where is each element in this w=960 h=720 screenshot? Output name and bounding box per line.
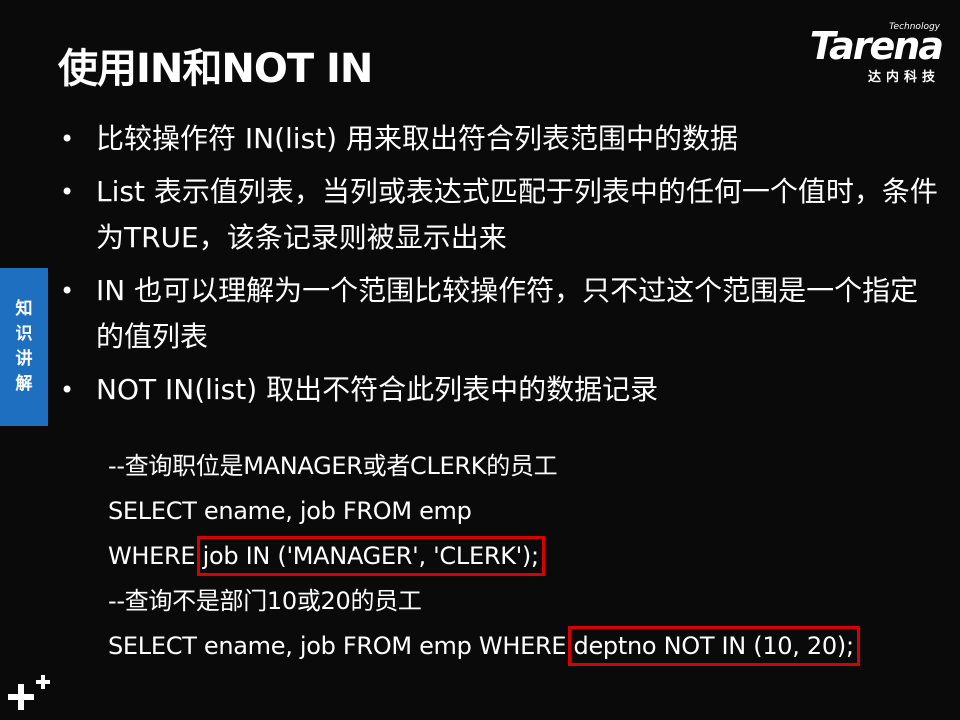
sql-where-prefix: WHERE [108, 542, 203, 570]
bullet-item: • List 表示值列表，当列或表达式匹配于列表中的任何一个值时，条件为TRUE… [58, 169, 938, 261]
sql-line: SELECT ename, job FROM emp [108, 497, 472, 525]
side-tab-char: 解 [15, 374, 33, 394]
bullet-dot-icon: • [60, 376, 75, 404]
logo-wordmark: Tarena [809, 24, 944, 68]
bullet-item: • 比较操作符 IN(list) 用来取出符合列表范围中的数据 [58, 116, 938, 162]
bullet-dot-icon: • [60, 125, 75, 153]
knowledge-tab: 知 识 讲 解 [0, 268, 48, 426]
sql-code-block: --查询职位是MANAGER或者CLERK的员工 SELECT ename, j… [108, 444, 938, 669]
bullet-text: IN 也可以理解为一个范围比较操作符，只不过这个范围是一个指定的值列表 [96, 274, 919, 353]
sql-comment: --查询职位是MANAGER或者CLERK的员工 [108, 452, 558, 480]
bullet-text: 比较操作符 IN(list) 用来取出符合列表范围中的数据 [96, 122, 738, 155]
bullet-text: List 表示值列表，当列或表达式匹配于列表中的任何一个值时，条件为TRUE，该… [96, 175, 938, 254]
sql-line: WHERE job IN ('MANAGER', 'CLERK'); [108, 534, 938, 579]
bullet-dot-icon: • [60, 277, 75, 305]
slide-title: 使用IN和NOT IN [58, 46, 373, 92]
bullet-dot-icon: • [60, 178, 75, 206]
sql-in-highlight: job IN ('MANAGER', 'CLERK'); [196, 536, 545, 576]
bullet-item: • NOT IN(list) 取出不符合此列表中的数据记录 [58, 367, 938, 413]
bullet-text: NOT IN(list) 取出不符合此列表中的数据记录 [96, 373, 659, 406]
tarena-logo: Technology Tarena 达内科技 [772, 22, 944, 86]
slide: 使用IN和NOT IN Technology Tarena 达内科技 知 识 讲… [0, 0, 960, 720]
plus-icon [8, 675, 50, 710]
sql-comment: --查询不是部门10或20的员工 [108, 587, 422, 615]
bullet-list: • 比较操作符 IN(list) 用来取出符合列表范围中的数据 • List 表… [58, 116, 938, 420]
sql-line: SELECT ename, job FROM emp WHERE deptno … [108, 624, 938, 669]
sql-select-prefix: SELECT ename, job FROM emp WHERE [108, 632, 574, 660]
side-tab-char: 讲 [15, 349, 33, 369]
side-tab-char: 知 [15, 299, 33, 319]
logo-subtitle: 达内科技 [867, 70, 940, 85]
bullet-item: • IN 也可以理解为一个范围比较操作符，只不过这个范围是一个指定的值列表 [58, 268, 938, 360]
side-tab-char: 识 [15, 324, 33, 344]
sql-not-in-highlight: deptno NOT IN (10, 20); [567, 626, 860, 666]
